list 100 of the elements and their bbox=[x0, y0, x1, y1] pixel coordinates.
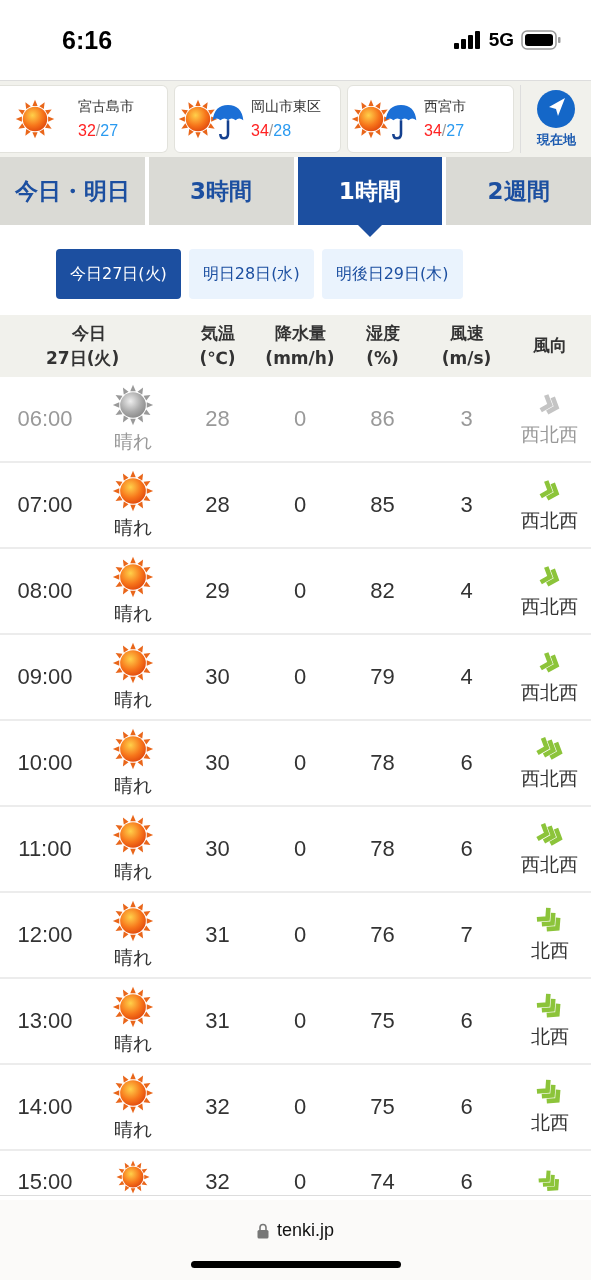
location-card[interactable]: 岡山市東区 34/28 bbox=[174, 85, 341, 153]
temperature-cell: 30 bbox=[205, 750, 230, 776]
precipitation-cell: 0 bbox=[293, 492, 307, 518]
wind-speed-cell: 6 bbox=[460, 1094, 473, 1120]
wind-direction: 北西 bbox=[530, 938, 569, 963]
wind-speed-cell: 4 bbox=[460, 664, 473, 690]
precipitation-cell: 0 bbox=[293, 1169, 307, 1195]
weather-label: 晴れ bbox=[113, 515, 152, 540]
temp-separator: / bbox=[268, 122, 274, 140]
day-button[interactable]: 明後日29日(木) bbox=[321, 249, 463, 299]
time-cell: 08:00 bbox=[17, 578, 73, 604]
column-header: (%) bbox=[366, 347, 399, 370]
wind-speed-cell: 6 bbox=[460, 836, 473, 862]
temperature-cell: 32 bbox=[205, 1094, 230, 1120]
day-button[interactable]: 今日27日(火) bbox=[56, 249, 181, 299]
location-card[interactable]: 宮古島市 32/27 bbox=[0, 85, 168, 153]
low-temp: 27 bbox=[446, 122, 465, 140]
time-cell: 12:00 bbox=[17, 922, 73, 948]
precipitation-cell: 0 bbox=[293, 406, 307, 432]
column-header: (mm/h) bbox=[265, 347, 335, 370]
high-temp: 34 bbox=[424, 122, 442, 140]
wind-speed-cell: 6 bbox=[460, 1169, 473, 1195]
sun-icon bbox=[350, 98, 392, 140]
tab-pointer-icon bbox=[357, 225, 382, 237]
precipitation-cell: 0 bbox=[293, 1094, 307, 1120]
lock-icon bbox=[256, 1222, 269, 1239]
wind-direction: 西北西 bbox=[521, 508, 578, 533]
time-cell: 06:00 bbox=[17, 406, 73, 432]
temperature-cell: 29 bbox=[205, 578, 230, 604]
wind-speed-cell: 3 bbox=[460, 406, 473, 432]
column-header: 湿度 bbox=[365, 321, 400, 345]
precipitation-cell: 0 bbox=[293, 836, 307, 862]
signal-icon bbox=[453, 31, 482, 49]
tab[interactable]: 1時間 bbox=[297, 157, 443, 225]
network-label: 5G bbox=[488, 29, 514, 51]
sun-icon bbox=[14, 98, 56, 140]
humidity-cell: 75 bbox=[370, 1094, 395, 1120]
weather-label: 晴れ bbox=[113, 1117, 152, 1142]
humidity-cell: 78 bbox=[370, 750, 395, 776]
temperature-cell: 31 bbox=[205, 1008, 230, 1034]
navigation-icon bbox=[536, 89, 576, 129]
wind-speed-cell: 6 bbox=[460, 750, 473, 776]
precipitation-cell: 0 bbox=[293, 578, 307, 604]
weather-label: 晴れ bbox=[113, 773, 152, 798]
address-bar[interactable]: tenki.jp bbox=[0, 1200, 591, 1280]
temperature-cell: 30 bbox=[205, 664, 230, 690]
column-header: 気温 bbox=[200, 321, 235, 345]
weather-label: 晴れ bbox=[113, 687, 152, 712]
wind-speed-cell: 6 bbox=[460, 1008, 473, 1034]
wind-speed-cell: 4 bbox=[460, 578, 473, 604]
battery-icon bbox=[521, 30, 561, 50]
wind-direction: 西北西 bbox=[521, 852, 578, 877]
temperature-cell: 30 bbox=[205, 836, 230, 862]
temperature-cell: 32 bbox=[205, 1169, 230, 1195]
column-header: (m/s) bbox=[441, 347, 492, 370]
wind-speed-cell: 3 bbox=[460, 492, 473, 518]
column-header: 27日(火) bbox=[46, 347, 120, 370]
low-temp: 28 bbox=[273, 122, 292, 140]
column-header: (℃) bbox=[199, 347, 236, 370]
precipitation-cell: 0 bbox=[293, 750, 307, 776]
column-header: 風向 bbox=[532, 334, 567, 358]
wind-speed-cell: 7 bbox=[460, 922, 473, 948]
weather-label: 晴れ bbox=[113, 1031, 152, 1056]
time-cell: 10:00 bbox=[17, 750, 73, 776]
domain-label: tenki.jp bbox=[276, 1220, 334, 1241]
humidity-cell: 74 bbox=[370, 1169, 395, 1195]
precipitation-cell: 0 bbox=[293, 1008, 307, 1034]
wind-direction: 北西 bbox=[530, 1024, 569, 1049]
time-cell: 07:00 bbox=[17, 492, 73, 518]
time-cell: 15:00 bbox=[17, 1169, 73, 1195]
weather-label: 晴れ bbox=[113, 601, 152, 626]
location-card[interactable]: 西宮市 34/27 bbox=[347, 85, 514, 153]
temp-separator: / bbox=[441, 122, 447, 140]
humidity-cell: 85 bbox=[370, 492, 395, 518]
temperature-cell: 31 bbox=[205, 922, 230, 948]
weather-label: 晴れ bbox=[113, 945, 152, 970]
time-cell: 14:00 bbox=[17, 1094, 73, 1120]
temp-separator: / bbox=[95, 122, 101, 140]
status-time: 6:16 bbox=[62, 25, 113, 55]
column-header: 今日 bbox=[71, 321, 106, 345]
temperature-cell: 28 bbox=[205, 492, 230, 518]
precipitation-cell: 0 bbox=[293, 664, 307, 690]
high-temp: 34 bbox=[251, 122, 269, 140]
location-name: 岡山市東区 bbox=[251, 98, 321, 116]
tab[interactable]: 今日・明日 bbox=[0, 157, 145, 225]
high-temp: 32 bbox=[78, 122, 96, 140]
humidity-cell: 82 bbox=[370, 578, 395, 604]
day-button[interactable]: 明日28日(水) bbox=[188, 249, 314, 299]
tab[interactable]: 3時間 bbox=[148, 157, 294, 225]
time-cell: 13:00 bbox=[17, 1008, 73, 1034]
location-name: 宮古島市 bbox=[78, 98, 134, 116]
location-name: 西宮市 bbox=[424, 98, 466, 116]
time-cell: 09:00 bbox=[17, 664, 73, 690]
sun-icon bbox=[177, 98, 219, 140]
humidity-cell: 76 bbox=[370, 922, 395, 948]
column-header: 降水量 bbox=[274, 321, 326, 345]
humidity-cell: 86 bbox=[370, 406, 395, 432]
current-location-button[interactable]: 現在地 bbox=[520, 85, 591, 153]
tab[interactable]: 2週間 bbox=[446, 157, 591, 225]
low-temp: 27 bbox=[100, 122, 119, 140]
